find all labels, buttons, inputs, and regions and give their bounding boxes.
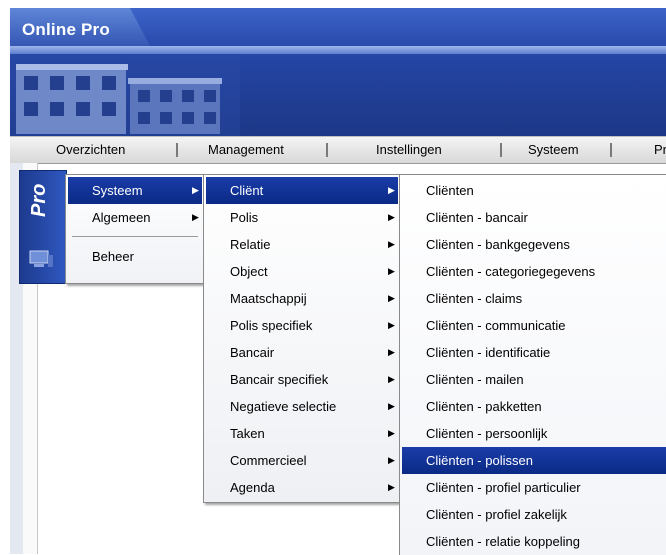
menu1-item-label: Beheer	[92, 249, 134, 264]
menu3-item[interactable]: Cliënten - mailen	[402, 366, 666, 393]
menu3-item-label: Cliënten - pakketten	[426, 399, 542, 414]
menu2-item-negatieve-selectie[interactable]: Negatieve selectie ▶	[206, 393, 398, 420]
menu1-item-algemeen[interactable]: Algemeen ▶	[68, 204, 202, 231]
menu-management[interactable]: Management	[208, 142, 284, 157]
menu2-item-bancair[interactable]: Bancair ▶	[206, 339, 398, 366]
submenu-arrow-icon: ▶	[388, 212, 395, 222]
menu3-item[interactable]: Cliënten - profiel particulier	[402, 474, 666, 501]
menu-level-2: Cliënt ▶ Polis ▶ Relatie ▶ Object ▶ Maat…	[203, 174, 401, 503]
menubar: Overzichten Management Instellingen Syst…	[10, 136, 666, 164]
menu-level-3: Cliënten Cliënten - bancair Cliënten - b…	[399, 174, 666, 555]
menu3-item-label: Cliënten - bankgegevens	[426, 237, 570, 252]
menu3-item-label: Cliënten - communicatie	[426, 318, 566, 333]
menu2-item-object[interactable]: Object ▶	[206, 258, 398, 285]
pro-logo-text: Pro	[28, 183, 50, 217]
menu3-item[interactable]: Cliënten - pakketten	[402, 393, 666, 420]
menu2-item-bancair-specifiek[interactable]: Bancair specifiek ▶	[206, 366, 398, 393]
menu2-item-polis-specifiek[interactable]: Polis specifiek ▶	[206, 312, 398, 339]
menu1-item-label: Algemeen	[92, 210, 151, 225]
submenu-arrow-icon: ▶	[388, 455, 395, 465]
menu3-item-label: Cliënten - relatie koppeling	[426, 534, 580, 549]
submenu-arrow-icon: ▶	[388, 428, 395, 438]
menu2-item-label: Agenda	[230, 480, 275, 495]
menu3-item[interactable]: Cliënten - identificatie	[402, 339, 666, 366]
menu2-item-maatschappij[interactable]: Maatschappij ▶	[206, 285, 398, 312]
menu3-item-selected[interactable]: Cliënten - polissen	[402, 447, 666, 474]
menu3-item-label: Cliënten - persoonlijk	[426, 426, 548, 441]
menu2-item-label: Object	[230, 264, 268, 279]
menu3-item-label: Cliënten - mailen	[426, 372, 524, 387]
menu3-item-label: Cliënten - profiel particulier	[426, 480, 581, 495]
menu-systeem[interactable]: Systeem	[528, 142, 579, 157]
menu2-item-label: Bancair	[230, 345, 275, 360]
building-image	[10, 54, 240, 136]
menu2-item-label: Polis specifiek	[230, 318, 313, 333]
submenu-arrow-icon: ▶	[388, 374, 395, 384]
menu2-item-relatie[interactable]: Relatie ▶	[206, 231, 398, 258]
menu2-item-polis[interactable]: Polis ▶	[206, 204, 398, 231]
menu3-item[interactable]: Cliënten - relatie koppeling	[402, 528, 666, 555]
menu1-item-beheer[interactable]: Beheer	[68, 243, 202, 270]
menu3-item-label: Cliënten - identificatie	[426, 345, 551, 360]
menu1-item-systeem[interactable]: Systeem ▶	[68, 177, 202, 204]
header-band	[10, 46, 666, 54]
menu3-item[interactable]: Cliënten - categoriegegevens	[402, 258, 666, 285]
app-header: Online Pro	[10, 8, 666, 136]
submenu-arrow-icon: ▶	[192, 185, 199, 195]
menu2-item-label: Relatie	[230, 237, 271, 252]
menu3-item[interactable]: Cliënten - bankgegevens	[402, 231, 666, 258]
menu2-item-label: Cliënt	[230, 183, 264, 198]
computer-icon	[29, 250, 53, 267]
menu3-item[interactable]: Cliënten - claims	[402, 285, 666, 312]
menu3-item-label: Cliënten - categoriegegevens	[426, 264, 596, 279]
menu3-item-label: Cliënten - profiel zakelijk	[426, 507, 567, 522]
menubar-separator	[326, 143, 328, 157]
submenu-arrow-icon: ▶	[388, 239, 395, 249]
menu-divider	[72, 236, 198, 237]
pro-side-panel: Pro	[19, 170, 67, 284]
submenu-arrow-icon: ▶	[388, 347, 395, 357]
menu3-item[interactable]: Cliënten - persoonlijk	[402, 420, 666, 447]
menu2-item-label: Commercieel	[230, 453, 307, 468]
menu2-item-label: Negatieve selectie	[230, 399, 337, 414]
menu2-item-label: Maatschappij	[230, 291, 307, 306]
menu3-item-label: Cliënten	[426, 183, 474, 198]
submenu-arrow-icon: ▶	[388, 482, 395, 492]
menu2-item-client[interactable]: Cliënt ▶	[206, 177, 398, 204]
menubar-separator	[500, 143, 502, 157]
menu3-item[interactable]: Cliënten - profiel zakelijk	[402, 501, 666, 528]
menu3-item[interactable]: Cliënten - bancair	[402, 204, 666, 231]
menubar-separator	[176, 143, 178, 157]
menu2-item-label: Polis	[230, 210, 259, 225]
menu2-item-label: Bancair specifiek	[230, 372, 329, 387]
submenu-arrow-icon: ▶	[192, 212, 199, 222]
menu-level-1: Systeem ▶ Algemeen ▶ Beheer	[65, 174, 205, 284]
menu2-item-commercieel[interactable]: Commercieel ▶	[206, 447, 398, 474]
menu-instellingen[interactable]: Instellingen	[376, 142, 442, 157]
menu3-item[interactable]: Cliënten - communicatie	[402, 312, 666, 339]
menu3-item-label: Cliënten - claims	[426, 291, 523, 306]
menu3-item-label: Cliënten - bancair	[426, 210, 528, 225]
menu3-item-label: Cliënten - polissen	[426, 453, 533, 468]
menu3-item[interactable]: Cliënten	[402, 177, 666, 204]
menu1-item-label: Systeem	[92, 183, 143, 198]
menu2-item-label: Taken	[230, 426, 265, 441]
menu-overzichten[interactable]: Overzichten	[56, 142, 125, 157]
submenu-arrow-icon: ▶	[388, 320, 395, 330]
menu-pr[interactable]: Pr	[654, 142, 666, 157]
submenu-arrow-icon: ▶	[388, 293, 395, 303]
submenu-arrow-icon: ▶	[388, 401, 395, 411]
menubar-separator	[610, 143, 612, 157]
submenu-arrow-icon: ▶	[388, 185, 395, 195]
submenu-arrow-icon: ▶	[388, 266, 395, 276]
menu2-item-agenda[interactable]: Agenda ▶	[206, 474, 398, 501]
app-title: Online Pro	[22, 20, 110, 39]
menu2-item-taken[interactable]: Taken ▶	[206, 420, 398, 447]
